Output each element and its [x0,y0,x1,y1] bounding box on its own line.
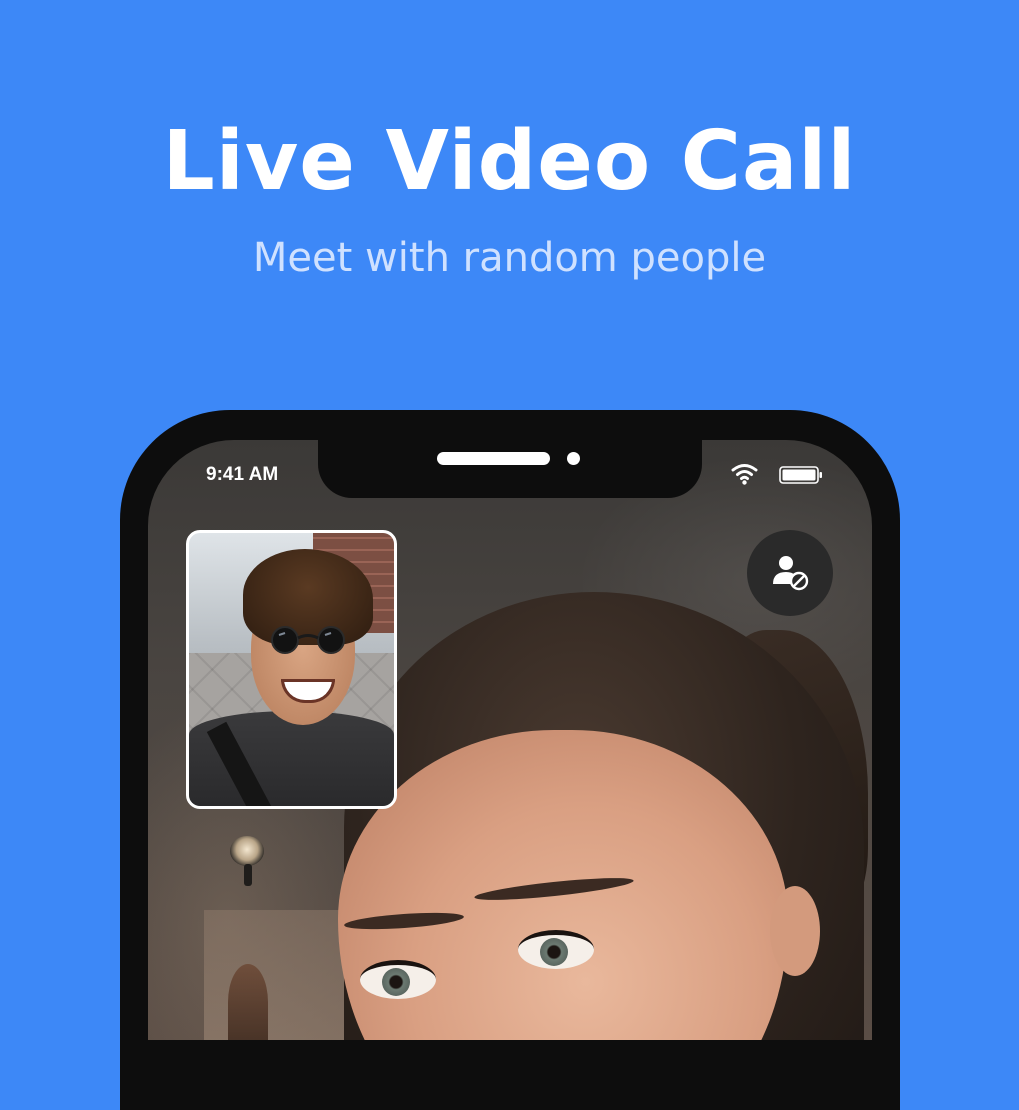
sunglasses-icon [271,626,345,654]
remote-person-right-eye [518,930,594,969]
left-iris [382,968,410,996]
wall-lamp-stem [244,864,252,886]
front-camera-icon [567,452,580,465]
remote-person-left-eye [360,960,436,999]
status-time: 9:41 AM [206,464,279,485]
phone-notch [318,440,702,498]
self-video-preview[interactable] [186,530,397,809]
remote-person-ear [770,886,820,976]
block-user-button[interactable] [747,530,833,616]
background-doorway [204,910,354,1040]
earpiece-speaker [437,452,550,465]
wall-lamp [230,836,264,866]
wifi-icon [731,464,758,485]
promo-title: Live Video Call [162,114,857,209]
block-user-icon [773,556,809,591]
right-iris [540,938,568,966]
background-plant [228,964,268,1040]
battery-icon [779,466,822,484]
promo-subtitle: Meet with random people [252,235,767,281]
